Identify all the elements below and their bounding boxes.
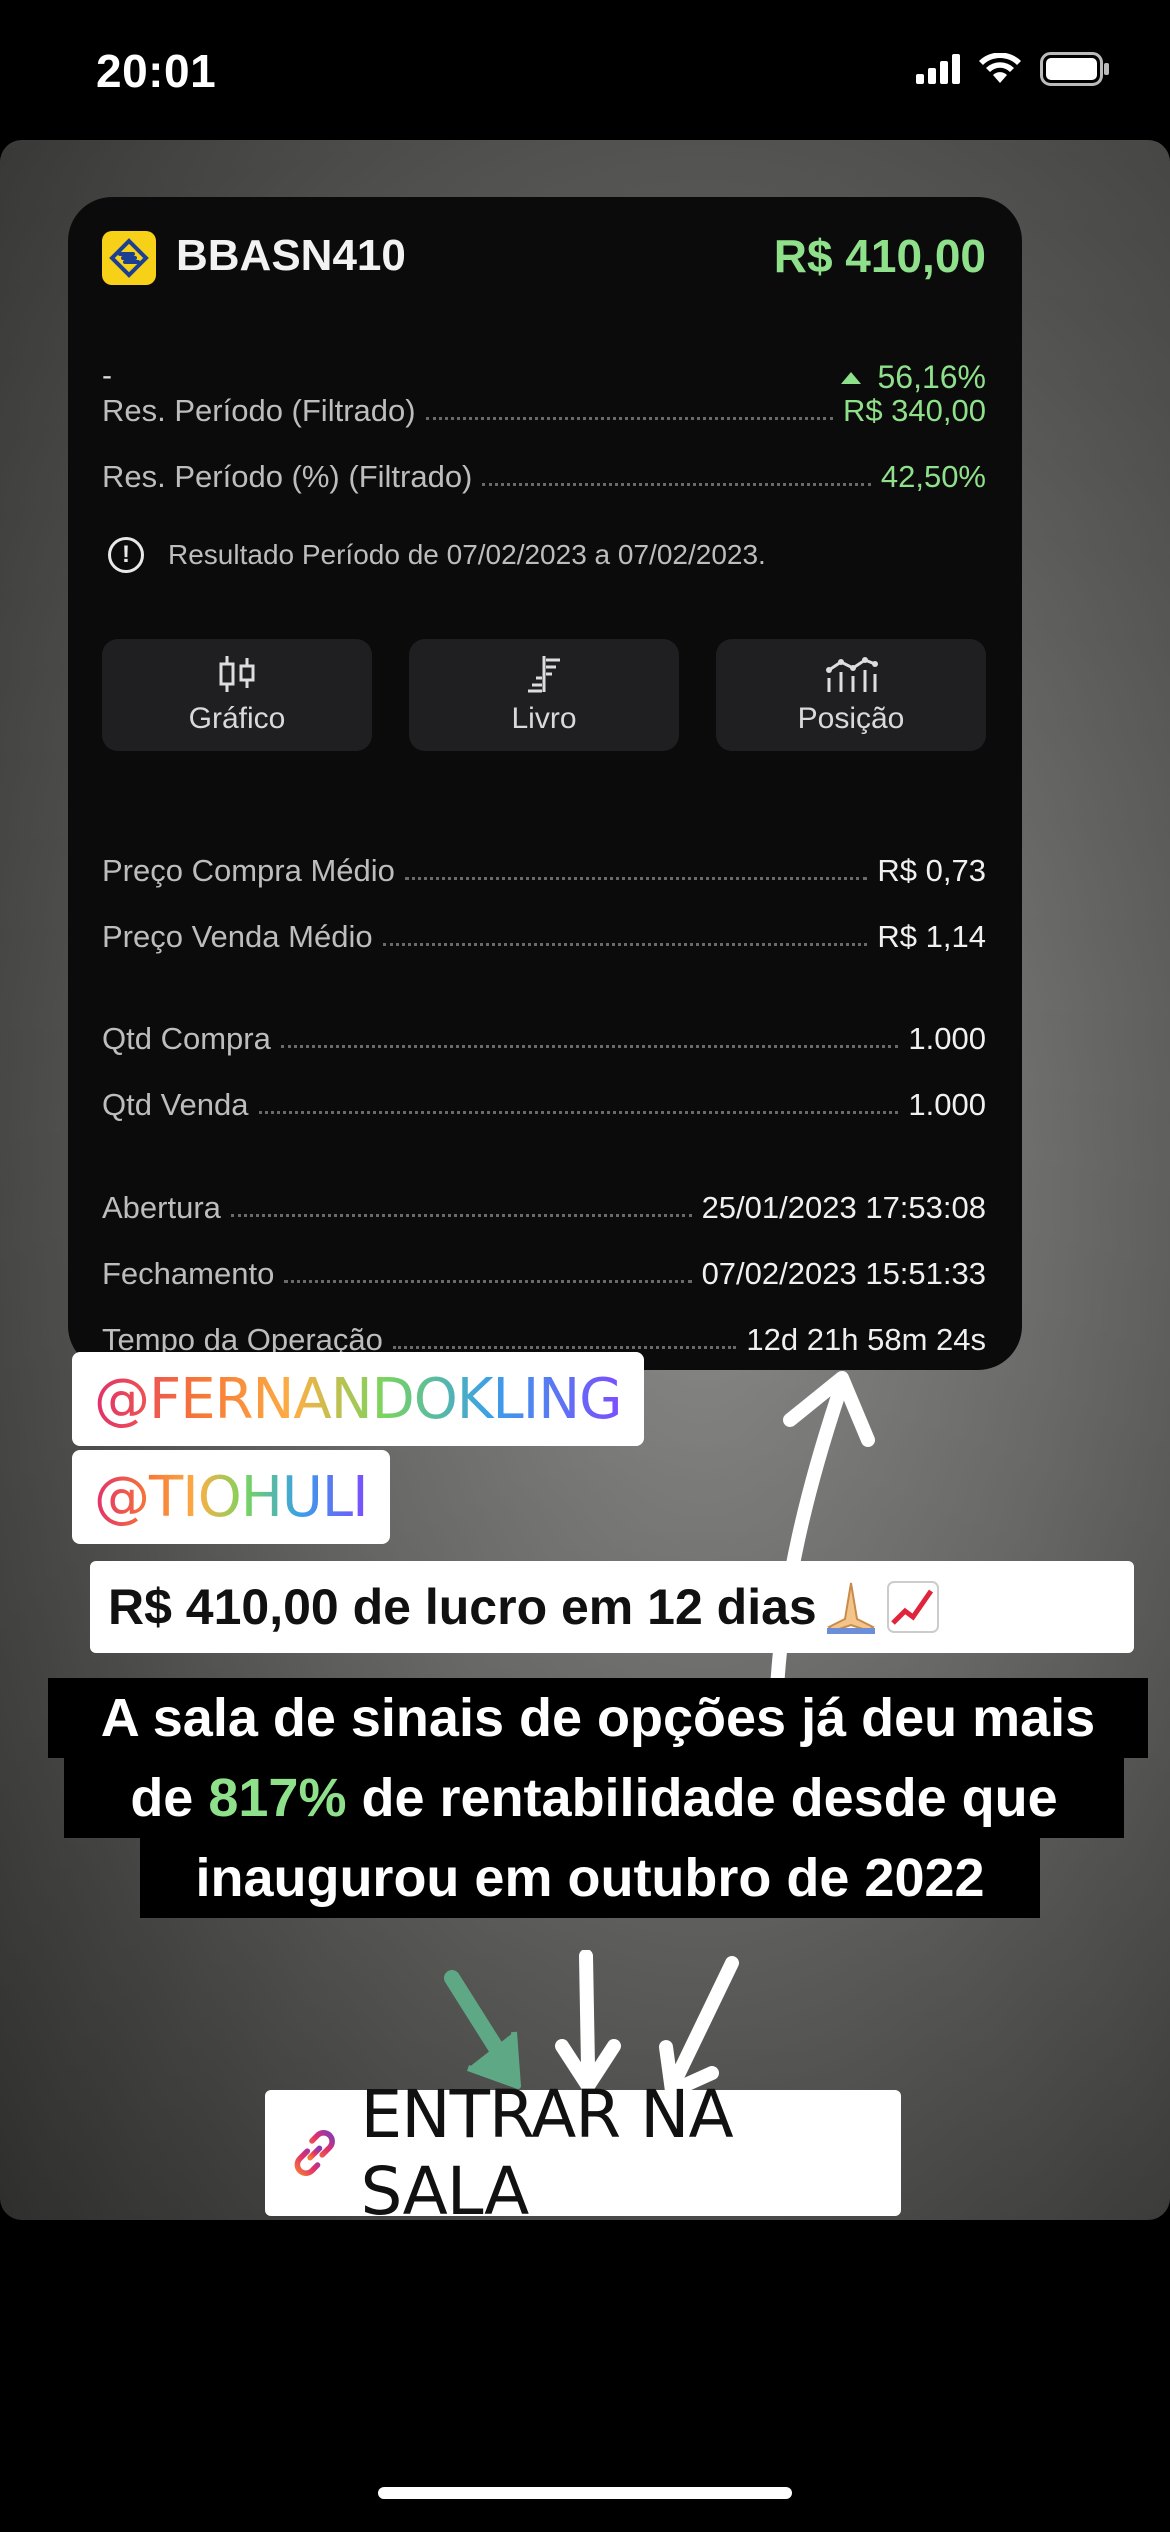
position-button[interactable]: Posição (716, 639, 986, 751)
banco-do-brasil-logo-icon (102, 231, 156, 285)
detail-row: Qtd Venda 1.000 (102, 1083, 986, 1123)
result-label: Res. Período (Filtrado) (102, 393, 416, 428)
detail-value: R$ 1,14 (877, 919, 986, 954)
dotted-leader (230, 1214, 692, 1217)
promo-highlight: 817% (208, 1768, 347, 1828)
detail-label: Qtd Compra (102, 1021, 271, 1056)
detail-label: Abertura (102, 1190, 221, 1225)
mention-text: @FERNANDOKLING (94, 1366, 623, 1432)
position-chart-icon (826, 657, 878, 692)
order-book-button[interactable]: Livro (409, 639, 679, 751)
info-icon: ! (108, 537, 144, 573)
subtitle: - (102, 359, 112, 392)
action-buttons: Gráfico Livro Posição (102, 639, 986, 751)
dotted-leader (392, 1346, 737, 1349)
result-value: 42,50% (880, 459, 986, 494)
detail-row: Preço Compra Médio R$ 0,73 (102, 849, 986, 889)
candlestick-icon (219, 656, 255, 692)
wifi-icon (979, 53, 1021, 83)
promo-line-1-text: A sala de sinais de opções já deu mais (100, 1688, 1096, 1748)
cellular-signal-icon (916, 54, 960, 84)
result-row: Res. Período (%) (Filtrado) 42,50% (102, 455, 986, 495)
dotted-leader (482, 483, 871, 486)
mention-sticker[interactable]: @FERNANDOKLING (72, 1352, 644, 1446)
detail-value: 1.000 (908, 1087, 986, 1122)
status-icons (916, 52, 1110, 86)
link-label: ENTRAR NA SALA (360, 2076, 734, 2220)
period-info-text: Resultado Período de 07/02/2023 a 07/02/… (168, 539, 766, 570)
detail-row: Qtd Compra 1.000 (102, 1017, 986, 1057)
clock: 20:01 (96, 45, 217, 97)
story-image: BBASN410 R$ 410,00 - 56,16% Res. Período… (0, 140, 1170, 2220)
link-icon (294, 2130, 335, 2176)
promo-line-1: A sala de sinais de opções já deu mais (48, 1678, 1148, 1758)
enter-room-link-sticker[interactable]: ENTRAR NA SALA (265, 2076, 901, 2220)
trade-summary-card: BBASN410 R$ 410,00 - 56,16% Res. Período… (68, 197, 1022, 1370)
detail-value: R$ 0,73 (877, 853, 986, 888)
promo-line-2-pre: de (130, 1768, 194, 1828)
card-header: BBASN410 R$ 410,00 (102, 225, 986, 295)
chart-increasing-icon (886, 1581, 939, 1633)
dotted-leader (404, 877, 868, 880)
ticker-symbol: BBASN410 (176, 231, 406, 280)
detail-value: 25/01/2023 17:53:08 (701, 1190, 986, 1225)
position-button-label: Posição (797, 702, 905, 735)
detail-label: Preço Compra Médio (102, 853, 395, 888)
detail-label: Qtd Venda (102, 1087, 249, 1122)
dotted-leader (258, 1111, 899, 1114)
profit-caption: R$ 410,00 de lucro em 12 dias (90, 1561, 1134, 1653)
detail-label: Fechamento (102, 1256, 275, 1291)
detail-row: Preço Venda Médio R$ 1,14 (102, 915, 986, 955)
promo-line-3: inaugurou em outubro de 2022 (140, 1838, 1040, 1918)
mention-text: @TIOHULI (94, 1464, 369, 1530)
current-price: R$ 410,00 (773, 230, 986, 282)
promo-line-2: de 817% de rentabilidade desde que (64, 1758, 1124, 1838)
profit-caption-text: R$ 410,00 de lucro em 12 dias (108, 1579, 817, 1635)
result-label: Res. Período (%) (Filtrado) (102, 459, 473, 494)
dotted-leader (280, 1045, 899, 1048)
mention-sticker[interactable]: @TIOHULI (72, 1450, 390, 1544)
chart-button-label: Gráfico (188, 702, 286, 735)
chart-button[interactable]: Gráfico (102, 639, 372, 751)
detail-value: 1.000 (908, 1021, 986, 1056)
result-value: R$ 340,00 (842, 393, 986, 428)
promo-line-2-post: de rentabilidade desde que (361, 1768, 1058, 1828)
praying-hands-icon (826, 1582, 875, 1634)
detail-value: 07/02/2023 15:51:33 (701, 1256, 986, 1291)
dotted-leader (382, 943, 868, 946)
detail-label: Preço Venda Médio (102, 919, 373, 954)
curved-arrow-icon (769, 1371, 875, 1717)
order-book-icon (528, 656, 560, 693)
status-bar: 20:01 (0, 0, 1170, 140)
promo-line-3-text: inaugurou em outubro de 2022 (195, 1848, 985, 1908)
order-book-button-label: Livro (511, 702, 577, 735)
detail-row: Fechamento 07/02/2023 15:51:33 (102, 1252, 986, 1292)
home-indicator[interactable] (378, 2487, 792, 2499)
battery-icon (1040, 52, 1109, 86)
detail-row: Abertura 25/01/2023 17:53:08 (102, 1186, 986, 1226)
period-info: ! Resultado Período de 07/02/2023 a 07/0… (108, 537, 766, 573)
dotted-leader (425, 417, 833, 420)
up-arrow-icon (841, 371, 862, 384)
detail-value: 12d 21h 58m 24s (746, 1322, 986, 1357)
result-row: Res. Período (Filtrado) R$ 340,00 (102, 389, 986, 429)
dotted-leader (284, 1280, 692, 1283)
